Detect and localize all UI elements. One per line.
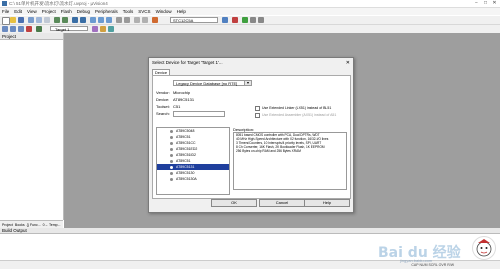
select-packs-icon[interactable] — [108, 26, 114, 32]
extended-assembler-checkbox — [255, 113, 260, 118]
description-box: 8051 based CMOS controller with PCA, Dua… — [233, 132, 347, 190]
chip-icon — [170, 153, 173, 157]
copy-icon[interactable] — [36, 17, 42, 23]
toolset-value: C51 — [173, 104, 181, 109]
next-bookmark-icon[interactable] — [106, 17, 112, 23]
extended-linker-option[interactable]: Use Extended Linker (LX51) instead of BL… — [255, 106, 331, 111]
paste-icon[interactable] — [44, 17, 50, 23]
tab-templates[interactable]: 0→ Temp... — [43, 221, 61, 228]
chip-icon — [170, 171, 173, 175]
unindent-icon[interactable] — [124, 17, 130, 23]
close-window-button[interactable]: ✕ — [490, 0, 499, 7]
extended-linker-checkbox[interactable] — [255, 106, 260, 111]
dialog-title: Select Device for Target 'Target 1'... — [152, 60, 223, 65]
redo-icon[interactable] — [62, 17, 68, 23]
vendor-value: Microchip — [173, 90, 191, 95]
select-device-dialog: Select Device for Target 'Target 1'... ✕… — [148, 57, 354, 213]
project-panel: Project — [0, 33, 64, 220]
menu-debug[interactable]: Debug — [77, 8, 90, 15]
help-button[interactable]: Help — [304, 199, 350, 207]
baidu-watermark-url: jingyan.baidu.com — [400, 258, 433, 263]
download-icon[interactable] — [36, 26, 42, 32]
chip-icon — [170, 159, 173, 163]
bookmark-icon[interactable] — [90, 17, 96, 23]
menu-view[interactable]: View — [27, 8, 37, 15]
find-in-files-icon[interactable] — [152, 17, 158, 23]
cut-icon[interactable] — [28, 17, 34, 23]
tab-project[interactable]: Project — [2, 221, 13, 228]
ok-button[interactable]: OK — [211, 199, 257, 207]
navigate-back-icon[interactable] — [72, 17, 78, 23]
tab-books[interactable]: Books — [15, 221, 25, 228]
rebuild-icon[interactable] — [18, 26, 24, 32]
device-value: AT89C5131 — [173, 97, 195, 102]
window-config-icon[interactable] — [250, 17, 256, 23]
extended-linker-label: Use Extended Linker (LX51) instead of BL… — [262, 106, 332, 110]
breakpoint-icon[interactable] — [242, 17, 248, 23]
device-label: Device: — [156, 97, 170, 102]
menu-svcs[interactable]: SVCS — [138, 8, 150, 15]
find-combo[interactable]: STC12C5A — [170, 17, 218, 23]
chip-icon — [170, 177, 173, 181]
menu-bar: File Edit View Project Flash Debug Perip… — [0, 8, 500, 15]
dialog-close-icon[interactable]: ✕ — [346, 60, 350, 66]
save-icon[interactable] — [18, 17, 24, 23]
menu-help[interactable]: Help — [177, 8, 186, 15]
find-icon[interactable] — [222, 17, 228, 23]
device-tab-pane: Legacy Device Database [no RTE] ▼ Vendor… — [152, 75, 351, 199]
target-select[interactable]: Target 1 — [50, 26, 88, 32]
comment-icon[interactable] — [134, 17, 140, 23]
database-select[interactable]: Legacy Device Database [no RTE] ▼ — [173, 80, 252, 86]
window-title: C:\ 51单片机开发\流水灯\流水灯.uvproj - µVision4 — [9, 1, 108, 6]
target-options-icon[interactable] — [92, 26, 98, 32]
uncomment-icon[interactable] — [142, 17, 148, 23]
open-folder-icon[interactable] — [10, 17, 16, 23]
translate-icon[interactable] — [2, 26, 8, 32]
cancel-button[interactable]: Cancel — [259, 199, 305, 207]
undo-icon[interactable] — [54, 17, 60, 23]
menu-edit[interactable]: Edit — [14, 8, 22, 15]
build-icon[interactable] — [10, 26, 16, 32]
stop-build-icon[interactable] — [26, 26, 32, 32]
chip-icon — [170, 147, 173, 151]
mascot-icon — [472, 236, 496, 260]
tools-config-icon[interactable] — [258, 17, 264, 23]
menu-peripherals[interactable]: Peripherals — [95, 8, 118, 15]
device-tree-item[interactable]: AT89C5130A — [157, 176, 229, 182]
device-tree[interactable]: AT89C5048 AT89C51 AT89C51CC AT89C51ED2 A… — [156, 127, 230, 195]
project-panel-title: Project — [0, 33, 63, 40]
search-label: Search: — [156, 111, 170, 116]
chip-icon — [170, 135, 173, 139]
menu-tools[interactable]: Tools — [123, 8, 134, 15]
window-title-bar: C:\ 51单片机开发\流水灯\流水灯.uvproj - µVision4 − … — [0, 0, 500, 8]
new-file-icon[interactable] — [2, 17, 10, 25]
chip-icon — [170, 141, 173, 145]
standard-toolbar: STC12C5A — [0, 16, 500, 25]
menu-file[interactable]: File — [2, 8, 9, 15]
manage-components-icon[interactable] — [100, 26, 106, 32]
chip-icon — [170, 165, 173, 169]
extended-assembler-option: Use Extended Assembler (AX51) instead of… — [255, 113, 336, 118]
description-line: 256 Bytes on-chip RAM and 256 Bytes XRAM — [236, 148, 301, 153]
extended-assembler-label: Use Extended Assembler (AX51) instead of… — [262, 113, 337, 117]
menu-project[interactable]: Project — [42, 8, 56, 15]
search-input[interactable] — [173, 111, 225, 117]
minimize-button[interactable]: − — [472, 0, 481, 7]
build-output-title: Build Output — [0, 228, 500, 234]
database-select-value: Legacy Device Database [no RTE] — [176, 81, 238, 86]
maximize-button[interactable]: □ — [481, 0, 490, 7]
indent-icon[interactable] — [116, 17, 122, 23]
debug-session-icon[interactable] — [232, 17, 238, 23]
project-panel-tabs: Project Books {} Func... 0→ Temp... — [0, 220, 63, 228]
prev-bookmark-icon[interactable] — [98, 17, 104, 23]
app-icon — [2, 1, 7, 6]
tab-functions[interactable]: {} Func... — [27, 221, 41, 228]
navigate-forward-icon[interactable] — [80, 17, 86, 23]
menu-flash[interactable]: Flash — [61, 8, 72, 15]
chip-icon — [170, 129, 173, 133]
vendor-label: Vendor: — [156, 90, 170, 95]
menu-window[interactable]: Window — [156, 8, 172, 15]
toolset-label: Toolset: — [156, 104, 170, 109]
chevron-down-icon[interactable]: ▼ — [244, 81, 251, 85]
